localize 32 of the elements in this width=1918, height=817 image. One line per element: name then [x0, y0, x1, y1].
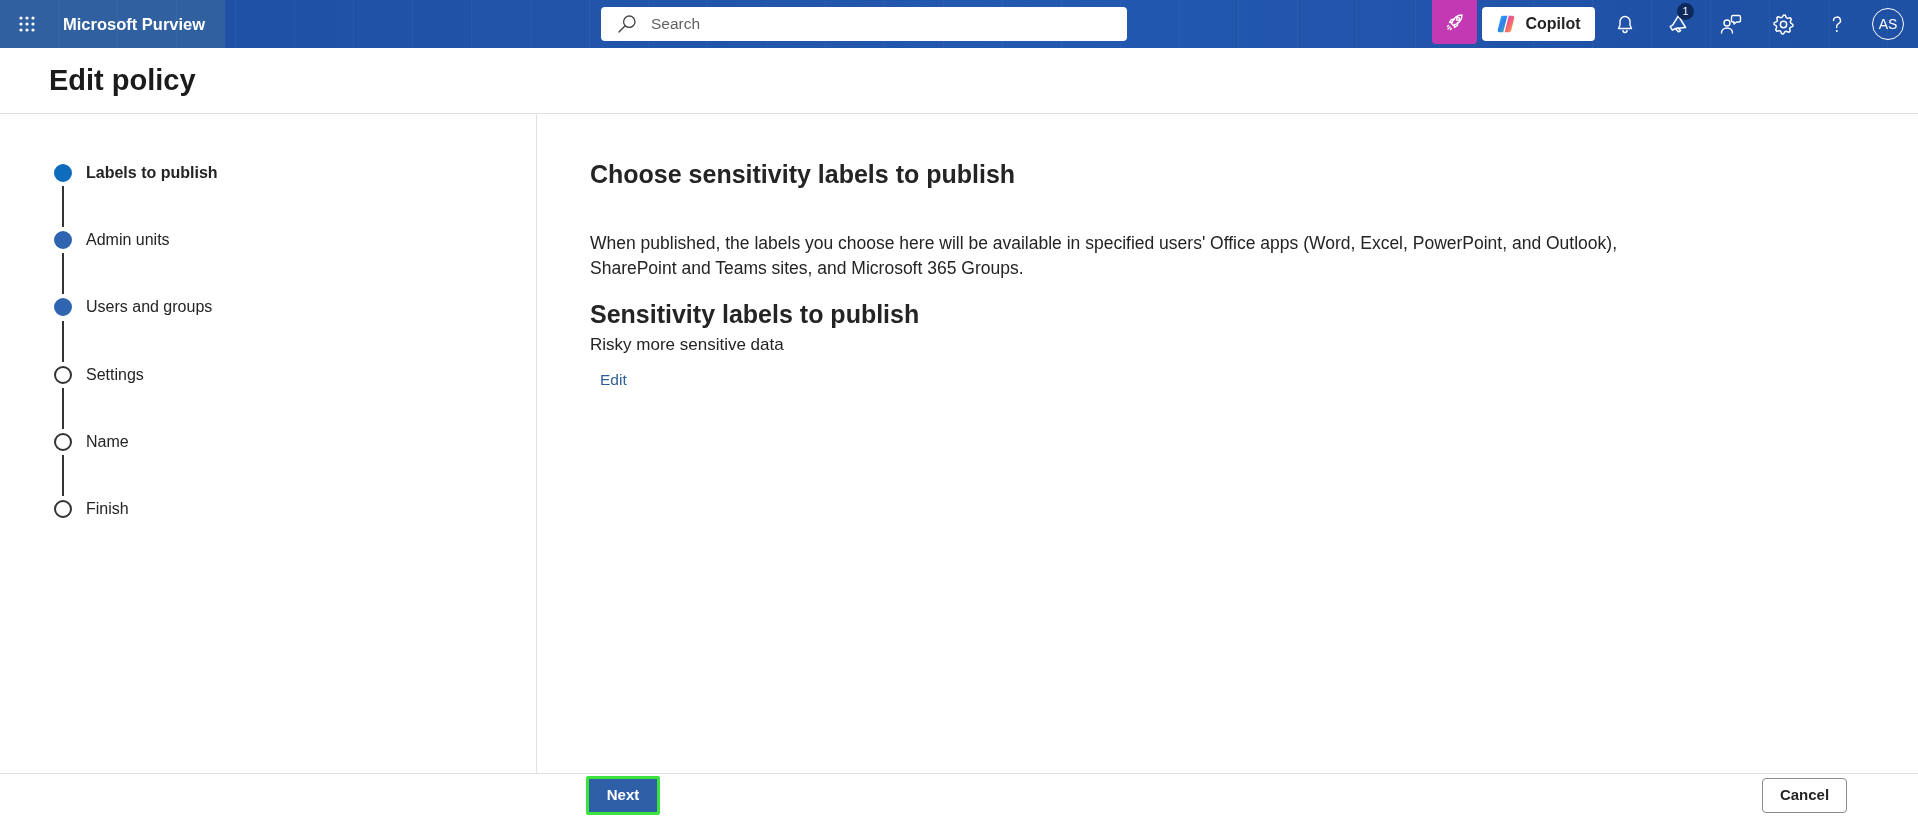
step-label: Settings	[86, 364, 144, 385]
step-label: Labels to publish	[86, 162, 218, 183]
copilot-button[interactable]: Copilot	[1482, 7, 1595, 41]
step-connector	[62, 320, 64, 362]
copilot-logo-icon	[1496, 14, 1517, 34]
label-name: Risky more sensitive data	[590, 333, 785, 356]
step-label: Users and groups	[86, 297, 213, 318]
notification-badge: 1	[1677, 3, 1694, 20]
announcements-button[interactable]: 1	[1651, 0, 1704, 48]
step-connector	[62, 185, 64, 227]
person-chat-icon	[1719, 13, 1742, 35]
app-title: Microsoft Purview	[63, 13, 206, 35]
step-label: Admin units	[86, 229, 170, 250]
rocket-button[interactable]	[1432, 0, 1477, 44]
settings-icon	[1773, 13, 1794, 35]
step-label: Name	[86, 432, 129, 453]
description-text: When published, the labels you choose here will be available in specified users' Office apps (Word, Excel, PowerPoint, and Outlook), SharePoint and Teams sites, and Microsoft 365 Groups.	[590, 231, 1618, 280]
search-icon	[617, 14, 637, 34]
step-connector	[62, 455, 64, 497]
app-launcher-icon[interactable]	[19, 16, 35, 32]
step-connector	[62, 253, 64, 295]
cancel-button[interactable]: Cancel	[1762, 778, 1847, 813]
search-field[interactable]: Search	[601, 7, 1127, 41]
section-heading: Choose sensitivity labels to publish	[590, 158, 1017, 190]
labels-heading: Sensitivity labels to publish	[590, 298, 921, 330]
page-title: Edit policy	[49, 62, 196, 98]
rocket-icon	[1444, 12, 1465, 32]
megaphone-icon	[1667, 13, 1688, 35]
step-connector	[62, 387, 64, 429]
next-button[interactable]: Next	[586, 776, 660, 815]
edit-link[interactable]: Edit	[600, 368, 627, 391]
step-label: Finish	[86, 499, 129, 520]
